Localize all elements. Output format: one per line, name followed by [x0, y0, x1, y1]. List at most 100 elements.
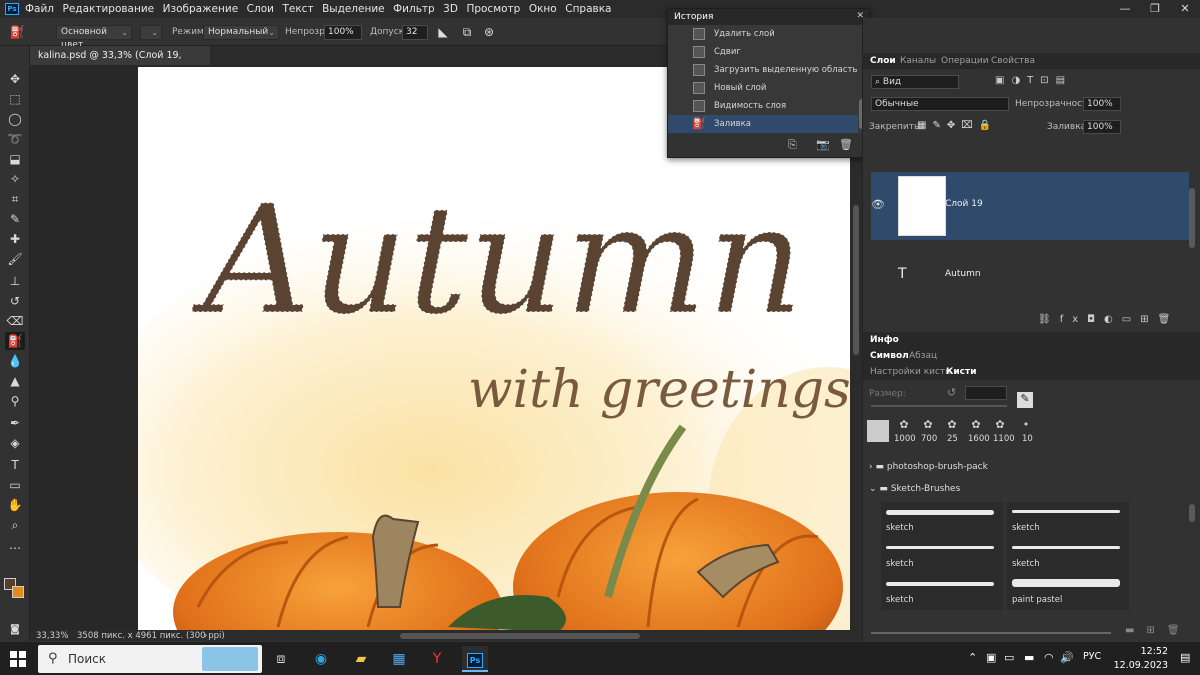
menu-3d[interactable]: 3D [443, 3, 458, 15]
brushes-footer-icons[interactable]: ▬⊞🗑 [1125, 625, 1192, 636]
brush-item[interactable]: sketch [881, 574, 1003, 610]
eyedropper-icon[interactable]: ✎ [5, 210, 25, 228]
tray-chevron-up-icon[interactable]: ⌃ [968, 651, 977, 664]
history-item[interactable]: Видимость слоя [668, 97, 858, 115]
brushes-scrollbar[interactable] [1189, 504, 1195, 522]
delete-trash-icon[interactable]: 🗑 [839, 138, 853, 151]
tab-brush-settings[interactable]: Настройки кисти [870, 364, 951, 380]
layer-filter-icons[interactable]: ▣◑T⊡▤ [995, 75, 1072, 86]
tolerance-field[interactable]: 32 [402, 25, 428, 40]
quick-mask-icon[interactable]: ◙ [5, 621, 25, 639]
fill-source-dropdown[interactable]: Основной цвет ⌄ [56, 25, 132, 50]
reset-icon[interactable]: ↺ [947, 386, 956, 399]
opacity-field[interactable]: 100% [324, 25, 362, 40]
layer-fill-field[interactable]: 100% [1083, 120, 1121, 134]
layer-row[interactable]: T Autumn [871, 242, 1189, 310]
clone-stamp-icon[interactable]: ⊥ [5, 272, 25, 290]
lasso-tool-icon[interactable]: ➰ [5, 130, 25, 148]
dodge-tool-icon[interactable]: ⚲ [5, 392, 25, 410]
pattern-dropdown[interactable]: ⌄ [140, 25, 162, 40]
history-brush-icon[interactable]: ↺ [5, 292, 25, 310]
brush-item[interactable]: sketch [1007, 538, 1129, 574]
mode-dropdown[interactable]: Нормальный ⌄ [203, 25, 279, 40]
brush-folder-row[interactable]: ⌄ ▬ Sketch-Brushes [869, 479, 1189, 499]
volume-icon[interactable]: 🔊 [1060, 651, 1074, 664]
eye-visibility-icon[interactable]: 👁 [871, 198, 885, 211]
menu-type[interactable]: Текст [282, 3, 313, 15]
layers-scrollbar[interactable] [1189, 188, 1195, 248]
tab-character[interactable]: Символ [870, 348, 909, 364]
brush-folder-row[interactable]: › ▬ photoshop-brush-pack [869, 457, 1189, 477]
brush-item[interactable]: sketch [1007, 502, 1129, 538]
layers-footer-icons[interactable]: ⛓fx◘◐▭⊞🗑 [1038, 314, 1179, 325]
magic-wand-icon[interactable]: ✧ [5, 170, 25, 188]
history-item[interactable]: Загрузить выделенную область [668, 61, 858, 79]
more-tools-icon[interactable]: … [5, 536, 25, 554]
windows-start-icon[interactable] [10, 651, 26, 667]
blur-tool-icon[interactable]: 💧 [5, 352, 25, 370]
crop-tool-icon[interactable]: ⌗ [5, 190, 25, 208]
taskbar-search[interactable]: ⚲ Поиск [38, 645, 262, 673]
layer-row[interactable]: 👁 Слой 19 [871, 172, 1189, 240]
menu-image[interactable]: Изображение [163, 3, 239, 15]
microsoft-store-icon[interactable]: ▦ [386, 646, 412, 672]
task-view-icon[interactable]: ⧈ [268, 646, 294, 672]
menu-layers[interactable]: Слои [247, 3, 274, 15]
path-tool-icon[interactable]: ◈ [5, 434, 25, 452]
layer-filter-dropdown[interactable]: ⌕ Вид [871, 75, 959, 89]
eraser-tool-icon[interactable]: ⌫ [5, 312, 25, 330]
background-color-swatch[interactable] [12, 586, 24, 598]
brush-tool-icon[interactable]: 🖌 [5, 250, 25, 268]
tab-actions[interactable]: Операции [941, 53, 989, 69]
lock-icons[interactable]: ▦✎✥⌧🔒 [917, 120, 997, 131]
menu-view[interactable]: Просмотр [466, 3, 520, 15]
tab-channels[interactable]: Каналы [900, 53, 936, 69]
brush-size-slider[interactable] [871, 405, 1007, 407]
notifications-icon[interactable]: ▤ [1180, 651, 1190, 664]
close-icon[interactable]: ✕ [1170, 0, 1200, 18]
restore-icon[interactable]: ❐ [1140, 0, 1170, 18]
move-tool-icon[interactable]: ✥ [5, 70, 25, 88]
paint-bucket-tool-icon[interactable]: ⛽ [5, 332, 25, 350]
tab-info[interactable]: Инфо [870, 332, 899, 348]
pen-tool-icon[interactable]: ✒ [5, 414, 25, 432]
hand-tool-icon[interactable]: ✋ [5, 496, 25, 514]
brush-thumb-size-slider[interactable] [871, 632, 1111, 634]
type-tool-icon[interactable]: T [5, 456, 25, 474]
zoom-tool-icon[interactable]: ⌕ [5, 516, 25, 534]
yandex-browser-icon[interactable]: Y [424, 646, 450, 672]
all-layers-icon[interactable]: ⊛ [480, 23, 498, 41]
tab-paragraph[interactable]: Абзац [909, 348, 937, 364]
paint-bucket-icon[interactable]: ⛽ [8, 23, 26, 41]
language-indicator[interactable]: РУС [1083, 651, 1101, 662]
new-brush-icon[interactable]: ✎ [1017, 392, 1033, 408]
marquee-tool-icon[interactable]: ⬚ [5, 90, 25, 108]
history-item[interactable]: Удалить слой [668, 25, 858, 43]
shape-tool-icon[interactable]: ▭ [5, 476, 25, 494]
history-item-selected[interactable]: ⛽ Заливка [668, 115, 858, 133]
history-item[interactable]: Сдвиг [668, 43, 858, 61]
photoshop-taskbar-icon[interactable]: Ps [462, 646, 488, 672]
menu-select[interactable]: Выделение [322, 3, 385, 15]
history-item[interactable]: Новый слой [668, 79, 858, 97]
tray-display-icon[interactable]: ▭ [1004, 651, 1014, 664]
contiguous-icon[interactable]: ⧉ [458, 23, 476, 41]
menu-help[interactable]: Справка [565, 3, 611, 15]
brush-preview-thumb[interactable] [867, 420, 889, 442]
menu-file[interactable]: Файл [25, 3, 54, 15]
tab-properties[interactable]: Свойства [991, 53, 1035, 69]
edge-browser-icon[interactable]: ◉ [308, 646, 334, 672]
new-document-from-state-icon[interactable]: ⎘ [788, 138, 797, 152]
tray-app-icon[interactable]: ▣ [986, 651, 996, 664]
document-tab[interactable]: kalina.psd @ 33,3% (Слой 19, RGB/8) * ✕ [30, 46, 210, 80]
snapshot-camera-icon[interactable]: 📷 [816, 138, 830, 151]
menu-edit[interactable]: Редактирование [63, 3, 155, 15]
spot-heal-icon[interactable]: ✚ [5, 230, 25, 248]
brush-item[interactable]: sketch [881, 502, 1003, 538]
taskbar-clock[interactable]: 12:52 12.09.2023 [1114, 645, 1168, 673]
menu-filter[interactable]: Фильтр [393, 3, 435, 15]
brush-size-field[interactable] [965, 386, 1007, 400]
layer-opacity-field[interactable]: 100% [1083, 97, 1121, 111]
wifi-icon[interactable]: ◠ [1044, 651, 1054, 664]
tab-brushes[interactable]: Кисти [946, 364, 977, 380]
